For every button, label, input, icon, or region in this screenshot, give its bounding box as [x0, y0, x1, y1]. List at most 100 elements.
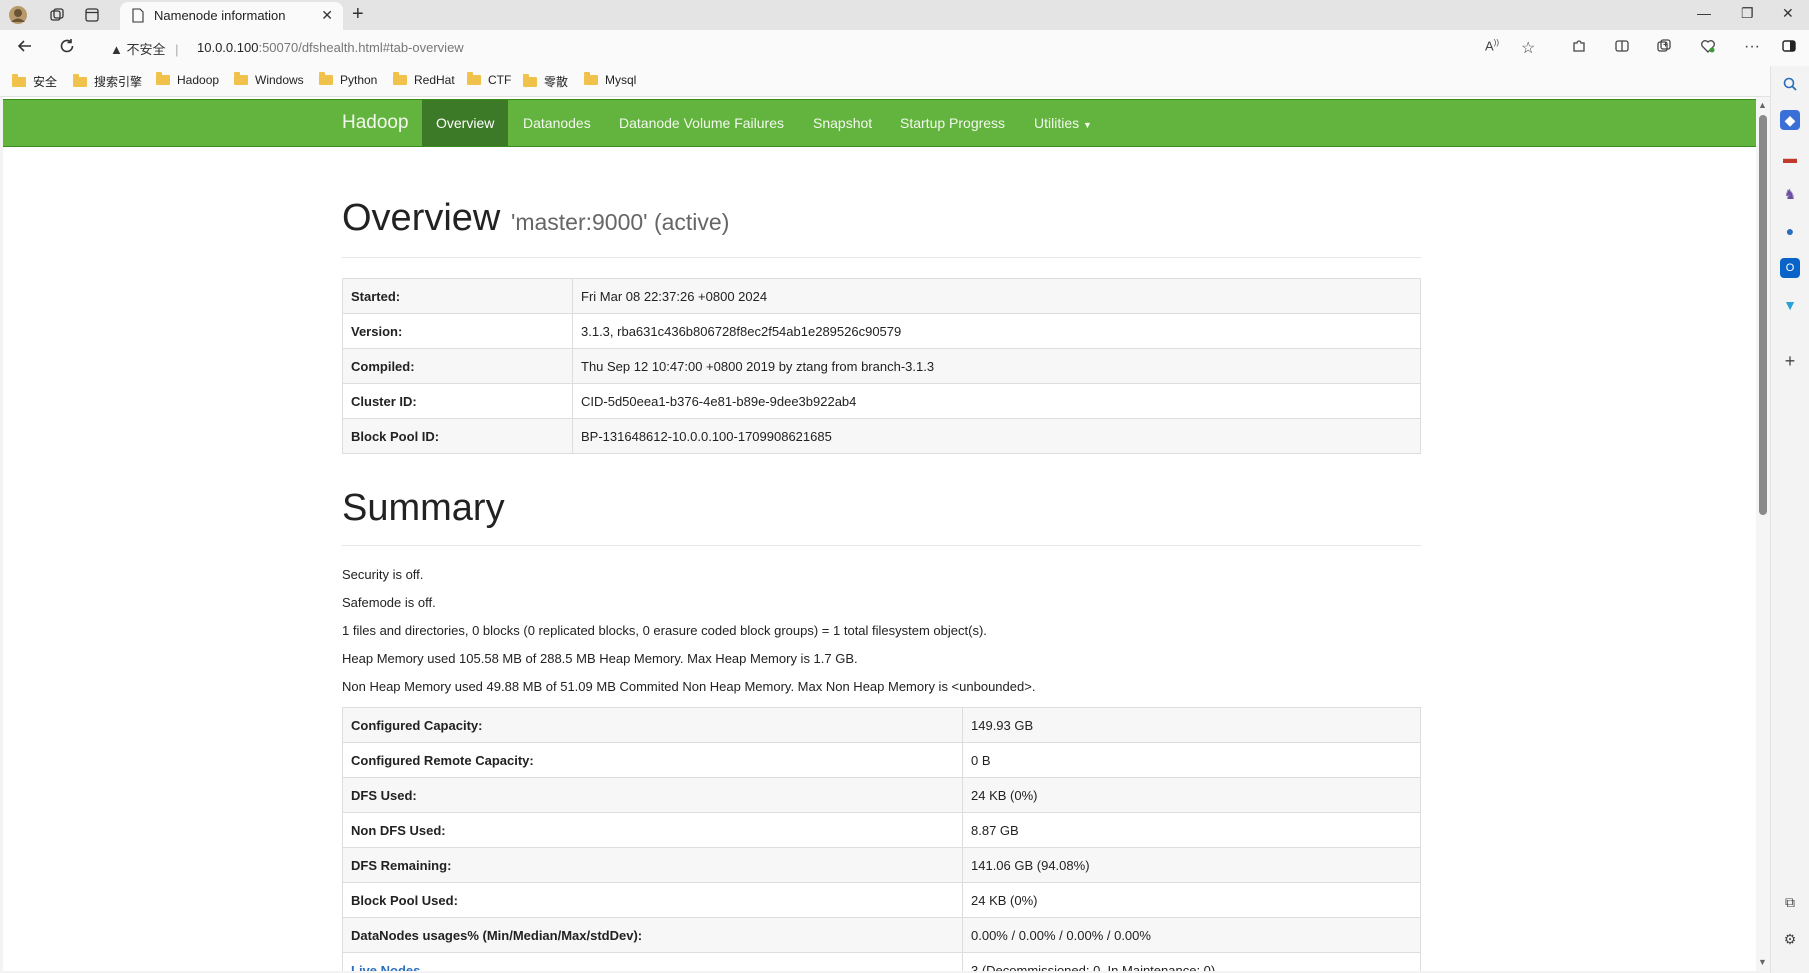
- nav-item-utilities[interactable]: Utilities ▼: [1034, 100, 1092, 146]
- read-aloud-icon[interactable]: A)): [1485, 38, 1499, 53]
- row-value: 24 KB (0%): [962, 882, 1421, 918]
- table-row: Configured Capacity: 149.93 GB: [342, 707, 1421, 743]
- bookmark-folder[interactable]: 安全: [12, 73, 57, 90]
- minimize-icon[interactable]: —: [1697, 5, 1711, 21]
- folder-icon: [584, 72, 598, 85]
- more-icon[interactable]: ···: [1744, 38, 1760, 56]
- summary-filesystem-objects: 1 files and directories, 0 blocks (0 rep…: [342, 623, 987, 638]
- puzzle-icon[interactable]: [1571, 38, 1587, 59]
- bookmark-label: 零散: [544, 75, 569, 89]
- folder-icon: [12, 73, 26, 87]
- bookmark-folder[interactable]: RedHat: [393, 72, 455, 87]
- screenshot-icon[interactable]: ⧉: [1780, 892, 1800, 912]
- settings-gear-icon[interactable]: ⚙: [1780, 929, 1800, 949]
- games-icon[interactable]: ♞: [1780, 184, 1800, 204]
- table-row: Block Pool Used: 24 KB (0%): [342, 882, 1421, 918]
- collections-icon[interactable]: [1656, 38, 1672, 59]
- restore-icon[interactable]: ❐: [1741, 5, 1754, 22]
- add-sidebar-app-icon[interactable]: +: [1780, 351, 1800, 371]
- split-screen-icon[interactable]: [1614, 38, 1630, 59]
- bookmark-folder[interactable]: Hadoop: [156, 72, 219, 87]
- divider: [342, 545, 1421, 546]
- not-secure-label: 不安全: [126, 42, 166, 57]
- row-value: Fri Mar 08 22:37:26 +0800 2024: [572, 278, 1421, 314]
- drop-icon[interactable]: ▼: [1780, 295, 1800, 315]
- row-key: DFS Used:: [342, 777, 963, 813]
- heart-pulse-icon[interactable]: [1700, 38, 1716, 59]
- bookmark-folder[interactable]: 零散: [523, 73, 568, 90]
- not-secure-indicator[interactable]: ▲ 不安全 |: [110, 39, 179, 58]
- nav-item-startup-progress[interactable]: Startup Progress: [900, 100, 1005, 146]
- live-nodes-link[interactable]: Live Nodes: [351, 963, 420, 972]
- summary-safemode: Safemode is off.: [342, 595, 436, 610]
- vertical-scrollbar[interactable]: ▲ ▼: [1756, 97, 1770, 971]
- scroll-up-icon[interactable]: ▲: [1758, 100, 1767, 110]
- tab-actions-icon[interactable]: [45, 4, 69, 26]
- close-tab-icon[interactable]: ✕: [321, 7, 333, 24]
- star-icon[interactable]: ☆: [1521, 38, 1535, 58]
- row-value: 0 B: [962, 742, 1421, 778]
- refresh-icon[interactable]: [58, 37, 76, 60]
- scrollbar-thumb[interactable]: [1759, 115, 1767, 515]
- nav-item-datanodes[interactable]: Datanodes: [523, 100, 591, 146]
- browser-tab-active[interactable]: Namenode information ✕: [120, 2, 343, 30]
- folder-icon: [234, 72, 248, 85]
- row-key: Started:: [342, 278, 573, 314]
- scroll-down-icon[interactable]: ▼: [1758, 957, 1767, 967]
- row-value: 24 KB (0%): [962, 777, 1421, 813]
- row-key: DataNodes usages% (Min/Median/Max/stdDev…: [342, 917, 963, 953]
- search-icon[interactable]: [1780, 74, 1800, 94]
- folder-icon: [319, 72, 333, 85]
- folder-icon: [467, 72, 481, 85]
- row-key: Configured Capacity:: [342, 707, 963, 743]
- outlook-icon[interactable]: O: [1780, 258, 1800, 278]
- overview-title: Overview: [342, 197, 501, 239]
- utilities-label: Utilities: [1034, 115, 1080, 131]
- address-bar[interactable]: ▲ 不安全 | 10.0.0.100:50070/dfshealth.html#…: [100, 33, 1540, 63]
- folder-icon: [73, 73, 87, 87]
- row-value: CID-5d50eea1-b376-4e81-b89e-9dee3b922ab4: [572, 383, 1421, 419]
- brand-link[interactable]: Hadoop: [342, 100, 409, 146]
- nav-item-overview[interactable]: Overview: [422, 100, 509, 146]
- bookmark-folder[interactable]: CTF: [467, 72, 512, 87]
- toolbox-icon[interactable]: ▬: [1780, 148, 1800, 168]
- table-row: Configured Remote Capacity: 0 B: [342, 742, 1421, 778]
- row-value: 0.00% / 0.00% / 0.00% / 0.00%: [962, 917, 1421, 953]
- summary-heap-memory: Heap Memory used 105.58 MB of 288.5 MB H…: [342, 651, 858, 666]
- hadoop-navbar: Hadoop Overview Datanodes Datanode Volum…: [3, 99, 1756, 147]
- vertical-tabs-icon[interactable]: [80, 4, 104, 26]
- bookmark-label: CTF: [488, 73, 512, 87]
- bookmark-folder[interactable]: Windows: [234, 72, 304, 87]
- caret-down-icon: ▼: [1083, 120, 1092, 130]
- table-row: Live Nodes 3 (Decommissioned: 0, In Maint…: [342, 952, 1421, 972]
- url-text[interactable]: 10.0.0.100:50070/dfshealth.html#tab-over…: [197, 40, 464, 55]
- row-value: 3.1.3, rba631c436b806728f8ec2f54ab1e2895…: [572, 313, 1421, 349]
- summary-table: Configured Capacity: 149.93 GB Configured…: [342, 707, 1421, 971]
- overview-table: Started: Fri Mar 08 22:37:26 +0800 2024 V…: [342, 278, 1421, 454]
- row-value: 8.87 GB: [962, 812, 1421, 848]
- nav-item-volume-failures[interactable]: Datanode Volume Failures: [619, 100, 784, 146]
- profile-avatar-icon[interactable]: [6, 4, 30, 26]
- folder-icon: [523, 73, 537, 87]
- bookmark-label: 搜索引擎: [94, 75, 143, 89]
- close-window-icon[interactable]: ✕: [1782, 5, 1794, 22]
- new-tab-icon[interactable]: +: [352, 3, 364, 26]
- sidebar-icon[interactable]: [1781, 38, 1797, 59]
- nav-item-snapshot[interactable]: Snapshot: [813, 100, 872, 146]
- bookmark-folder[interactable]: 搜索引擎: [73, 73, 142, 90]
- back-arrow-icon[interactable]: [16, 37, 34, 60]
- tab-strip: Namenode information ✕ + — ❐ ✕: [0, 0, 1809, 30]
- row-value: BP-131648612-10.0.0.100-1709908621685: [572, 418, 1421, 454]
- summary-nonheap-memory: Non Heap Memory used 49.88 MB of 51.09 M…: [342, 679, 1036, 694]
- copilot-icon[interactable]: ●: [1780, 221, 1800, 241]
- table-row: Started: Fri Mar 08 22:37:26 +0800 2024: [342, 278, 1421, 314]
- url-host: 10.0.0.100: [197, 40, 259, 55]
- shopping-tag-icon[interactable]: ◆: [1780, 110, 1800, 130]
- bookmark-folder[interactable]: Python: [319, 72, 378, 87]
- bookmark-folder[interactable]: Mysql: [584, 72, 636, 87]
- bookmark-label: Python: [340, 73, 378, 87]
- table-row: Compiled: Thu Sep 12 10:47:00 +0800 2019 …: [342, 348, 1421, 384]
- page-icon: [132, 8, 144, 28]
- tab-title: Namenode information: [154, 8, 286, 23]
- row-key: Block Pool Used:: [342, 882, 963, 918]
